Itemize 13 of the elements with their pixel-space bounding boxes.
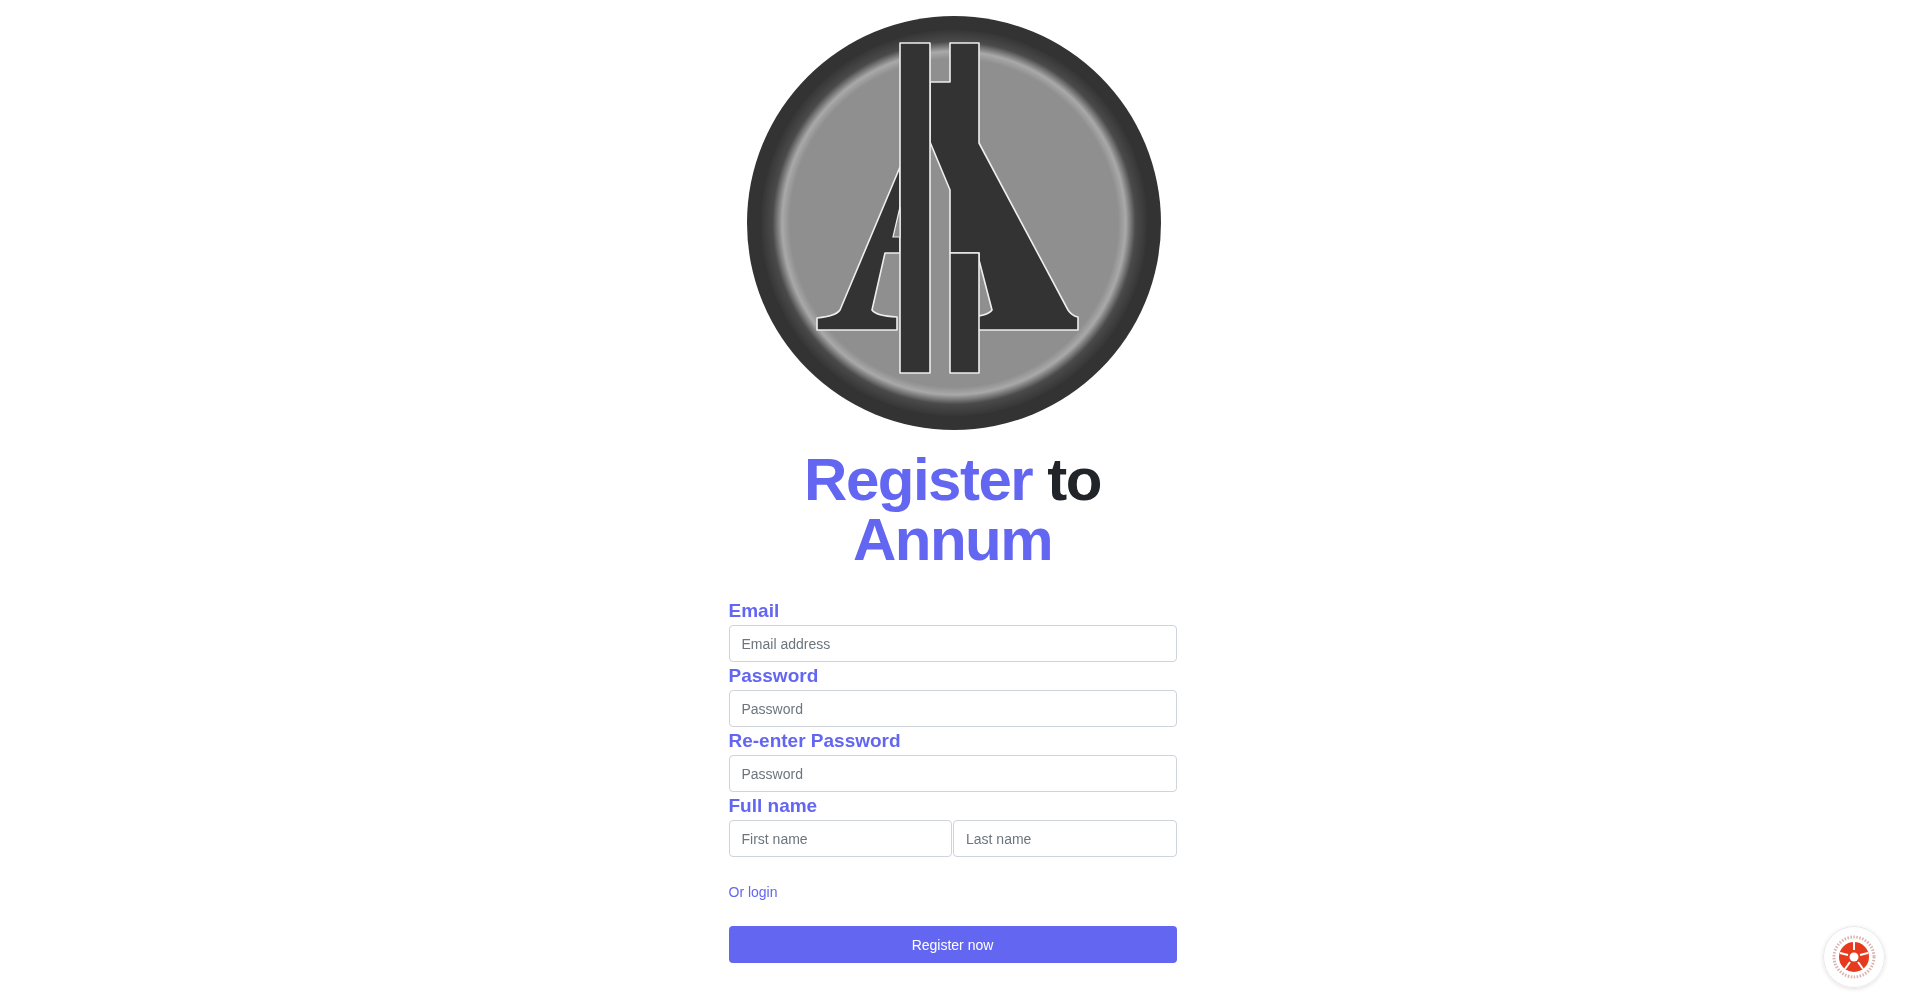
input-field[interactable]: Email address	[728, 625, 1177, 662]
page-title: Register to Annum	[803, 450, 1102, 570]
input-field[interactable]: Password	[728, 690, 1177, 727]
field-label: Re-enter Password	[728, 729, 901, 753]
input-field[interactable]: Password	[728, 755, 1177, 792]
seal-logo-icon	[1823, 926, 1885, 988]
register-button[interactable]: Register now	[728, 926, 1177, 963]
input-field[interactable]: Last name	[953, 820, 1177, 857]
input-field[interactable]: First name	[728, 820, 952, 857]
field-label: Full name	[728, 794, 818, 818]
field-label: Email	[728, 599, 780, 623]
field-label: Password	[728, 664, 819, 688]
login-link[interactable]: Or login	[728, 882, 778, 902]
